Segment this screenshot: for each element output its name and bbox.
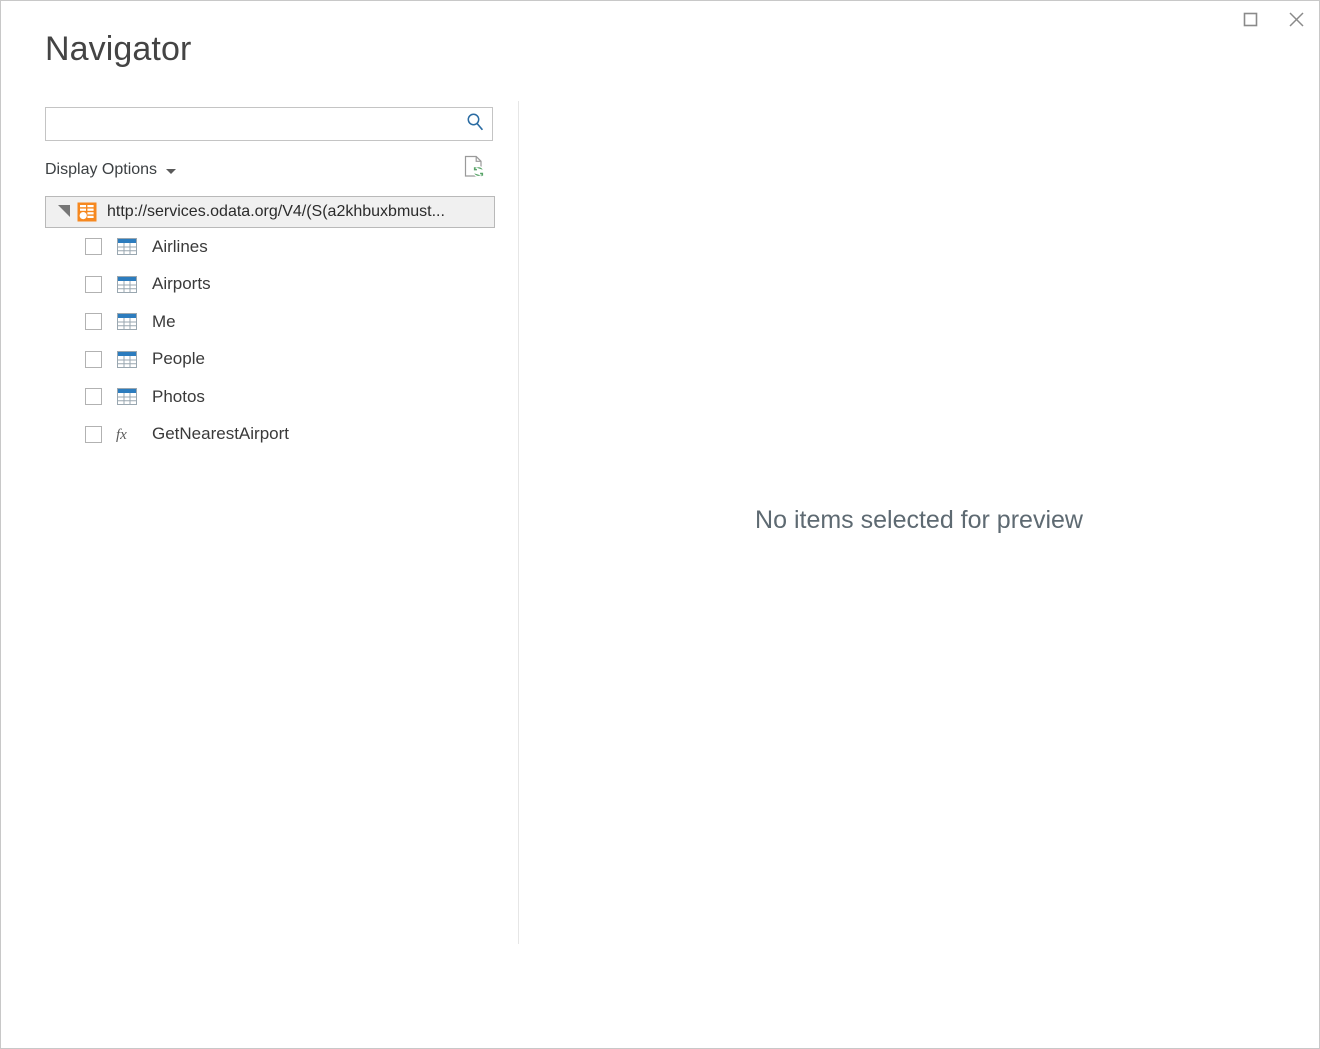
checkbox-airports[interactable] [85,276,102,293]
tree-item-label: People [152,349,205,369]
navigator-tree: http://services.odata.org/V4/(S(a2khbuxb… [45,196,495,453]
preview-empty-message: No items selected for preview [519,506,1319,535]
tree-item-airports[interactable]: Airports [45,266,495,304]
svg-text:fx: fx [116,427,127,443]
tree-item-label: GetNearestAirport [152,424,289,444]
search-box[interactable] [45,107,493,141]
tree-item-airlines[interactable]: Airlines [45,228,495,266]
close-button[interactable] [1273,1,1319,43]
tree-item-photos[interactable]: Photos [45,378,495,416]
table-icon [116,386,138,408]
search-input[interactable] [46,109,458,139]
odata-feed-icon [77,202,97,222]
tree-item-label: Airlines [152,237,208,257]
dialog-footer: Select Related Tables Load Edit Cancel [1,942,1319,1048]
function-fx-icon: fx [116,423,138,445]
table-icon [116,273,138,295]
tree-item-label: Me [152,312,176,332]
checkbox-photos[interactable] [85,388,102,405]
table-icon [116,236,138,258]
titlebar-buttons [1227,1,1319,43]
close-icon [1288,11,1305,33]
display-options-label: Display Options [45,161,157,179]
tree-item-people[interactable]: People [45,341,495,379]
display-options-row: Display Options [45,157,493,183]
refresh-button[interactable] [460,154,488,184]
refresh-page-icon [463,155,485,184]
tree-item-label: Airports [152,274,211,294]
left-panel: Display Options [45,107,497,453]
checkbox-getnearestairport[interactable] [85,426,102,443]
expander-collapse-icon[interactable] [56,206,72,218]
checkbox-me[interactable] [85,313,102,330]
maximize-icon [1243,12,1258,32]
tree-item-label: Photos [152,387,205,407]
checkbox-airlines[interactable] [85,238,102,255]
chevron-down-icon [166,169,176,174]
search-button[interactable] [458,108,492,140]
search-icon [465,112,485,137]
display-options-dropdown[interactable]: Display Options [45,161,176,179]
navigator-dialog: Navigator Display Options [0,0,1320,1049]
tree-item-me[interactable]: Me [45,303,495,341]
table-icon [116,311,138,333]
tree-item-getnearestairport[interactable]: fx GetNearestAirport [45,416,495,454]
checkbox-people[interactable] [85,351,102,368]
tree-root-item[interactable]: http://services.odata.org/V4/(S(a2khbuxb… [45,196,495,228]
maximize-button[interactable] [1227,1,1273,43]
table-icon [116,348,138,370]
tree-root-label: http://services.odata.org/V4/(S(a2khbuxb… [107,203,445,221]
page-title: Navigator [45,27,191,71]
